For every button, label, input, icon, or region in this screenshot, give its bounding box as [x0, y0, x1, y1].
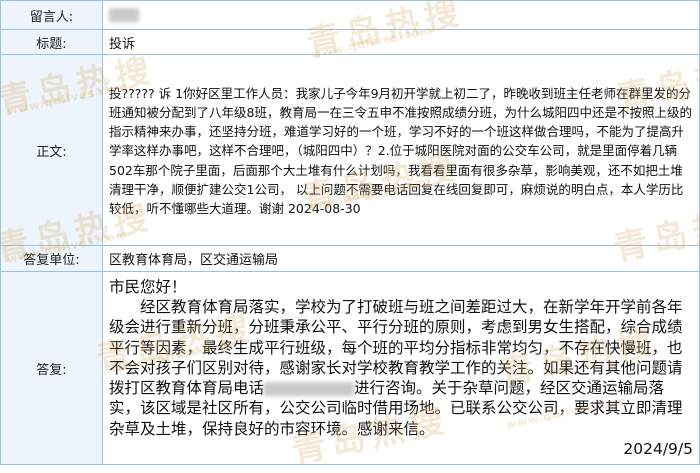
- dept-label: 答复单位:: [0, 245, 103, 272]
- reply-phone-redacted: 81111111: [264, 381, 355, 396]
- reply-label: 答复:: [0, 271, 103, 465]
- body-text: 投????? 诉 1你好区里工作人员：我家儿子今年9月初开学就上初二了，昨晚收到…: [109, 85, 692, 216]
- message-detail-table: 留言人: 周某 标题: 投诉 正文: 投????? 诉 1你好区里工作人员：我家…: [0, 0, 700, 465]
- row-body: 正文: 投????? 诉 1你好区里工作人员：我家儿子今年9月初开学就上初二了，…: [0, 54, 700, 246]
- title-value: 投诉: [102, 29, 700, 55]
- row-reply: 答复: 市民您好！ 经区教育体育局落实，学校为了打破班与班之间差距过大，在新学年…: [0, 271, 700, 465]
- user-name-redacted: 周某: [109, 8, 139, 22]
- user-label: 留言人:: [0, 0, 103, 30]
- row-user: 留言人: 周某: [0, 0, 700, 30]
- user-value: 周某: [102, 0, 700, 30]
- row-dept: 答复单位: 区教育体育局，区交通运输局: [0, 245, 700, 272]
- reply-text: 市民您好！ 经区教育体育局落实，学校为了打破班与班之间差距过大，在新学年开学前各…: [109, 277, 699, 459]
- reply-date: 2024/9/5: [623, 439, 693, 458]
- reply-body: 经区教育体育局落实，学校为了打破班与班之间差距过大，在新学年开学前各年级会进行重…: [109, 297, 693, 438]
- row-title: 标题: 投诉: [0, 29, 700, 55]
- body-label: 正文:: [0, 54, 103, 246]
- title-label: 标题:: [0, 29, 103, 55]
- dept-value: 区教育体育局，区交通运输局: [102, 245, 700, 272]
- reply-greeting: 市民您好！: [109, 278, 187, 297]
